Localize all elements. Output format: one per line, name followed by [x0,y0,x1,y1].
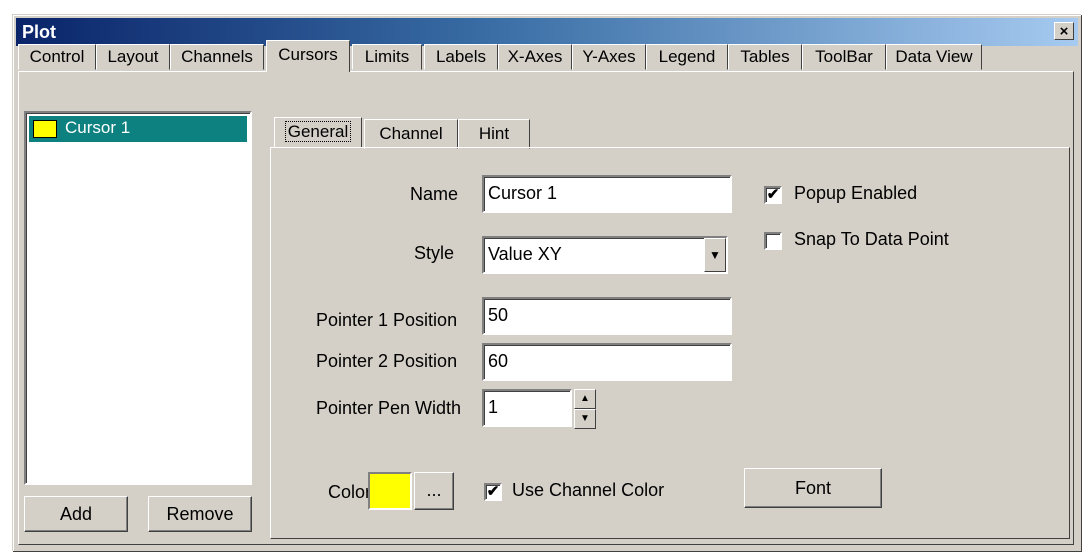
tab-y-axes[interactable]: Y-Axes [572,44,646,70]
style-label: Style [414,243,455,263]
close-icon[interactable]: × [1054,22,1074,40]
title-bar[interactable]: Plot × [16,18,1078,46]
name-input[interactable]: Cursor 1 [482,175,732,213]
spin-down-icon[interactable]: ▼ [574,409,596,429]
tab-general[interactable]: General [274,117,362,147]
popup-enabled-label: Popup Enabled [794,183,918,203]
pointer1-input[interactable]: 50 [482,297,732,335]
pointer1-label: Pointer 1 Position [316,310,458,330]
style-select[interactable]: Value XY ▼ [482,236,728,274]
tab-channels[interactable]: Channels [170,44,264,70]
tab-data-view[interactable]: Data View [886,44,982,70]
tab-layout[interactable]: Layout [96,44,170,70]
tab-tables[interactable]: Tables [728,44,802,70]
tab-cursors[interactable]: Cursors [266,40,350,72]
color-picker-button[interactable]: ... [414,472,454,510]
tab-hint[interactable]: Hint [458,119,530,149]
tab-general-label: General [284,121,352,142]
use-channel-color-label: Use Channel Color [512,480,665,500]
color-label: Color [328,482,372,502]
list-item[interactable]: Cursor 1 [29,116,247,142]
chevron-down-icon[interactable]: ▼ [704,238,726,272]
color-swatch[interactable] [368,472,412,510]
tab-control[interactable]: Control [18,44,96,70]
popup-enabled-checkbox[interactable]: ✔ [764,186,782,204]
pointer2-label: Pointer 2 Position [316,351,458,371]
tab-channel[interactable]: Channel [364,119,458,149]
use-channel-color-checkbox[interactable]: ✔ [484,483,502,501]
pointer2-input[interactable]: 60 [482,343,732,381]
window-title: Plot [22,22,56,42]
spin-up-icon[interactable]: ▲ [574,389,596,409]
remove-button[interactable]: Remove [148,496,252,532]
snap-to-data-point-label: Snap To Data Point [794,229,949,249]
pen-width-input[interactable]: 1 [482,389,572,427]
tab-labels[interactable]: Labels [424,44,498,70]
style-select-value: Value XY [488,244,562,264]
pen-width-stepper[interactable]: ▲ ▼ [574,389,596,429]
tab-toolbar[interactable]: ToolBar [802,44,886,70]
cursor-color-swatch [33,120,57,138]
cursor-item-label: Cursor 1 [65,118,131,137]
font-button[interactable]: Font [744,468,882,508]
pen-width-label: Pointer Pen Width [316,398,462,418]
add-button[interactable]: Add [24,496,128,532]
snap-to-data-point-checkbox[interactable] [764,232,782,250]
tab-limits[interactable]: Limits [352,44,422,70]
tab-legend[interactable]: Legend [646,44,728,70]
cursor-listbox[interactable]: Cursor 1 [24,111,252,485]
name-label: Name [410,184,459,204]
tab-x-axes[interactable]: X-Axes [498,44,572,70]
